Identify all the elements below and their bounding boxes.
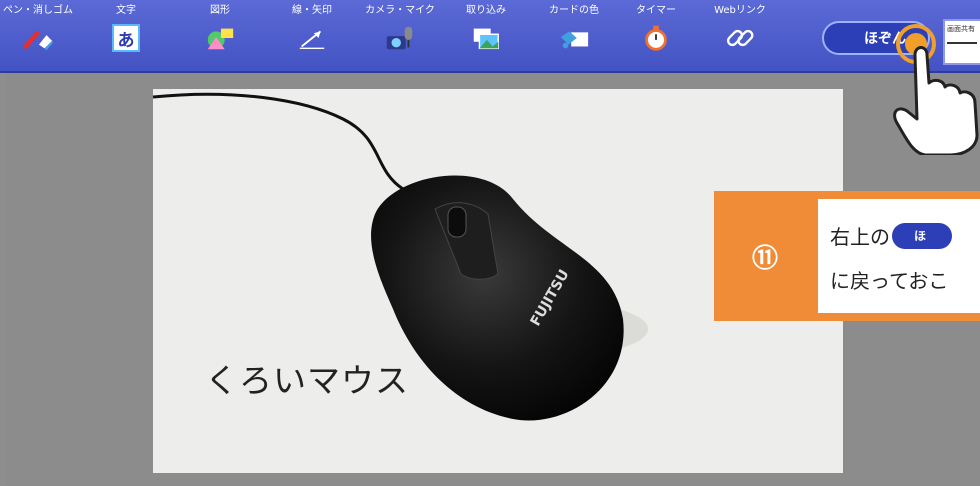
shapes-icon <box>204 23 236 53</box>
inline-save-pill: ほ <box>892 222 952 249</box>
tool-card-color[interactable]: カードの色 <box>534 0 614 71</box>
callout-line-2: に戻っておこ <box>830 269 949 293</box>
toolbar: ペン・消しゴム 文字 あ 図形 線・矢印 カメラ・マイク 取り込み カードの色 … <box>0 0 980 73</box>
camera-mic-icon <box>384 23 416 53</box>
tool-line-arrow[interactable]: 線・矢印 <box>272 0 352 71</box>
tool-web-link[interactable]: Webリンク <box>700 0 780 71</box>
step-number: ⑪ <box>751 243 778 274</box>
tool-label: ペン・消しゴム <box>3 5 73 16</box>
text-icon: あ <box>110 23 142 53</box>
tool-timer[interactable]: タイマー <box>616 0 696 71</box>
tool-label: カメラ・マイク <box>365 5 435 16</box>
text-glyph: あ <box>112 24 140 52</box>
tool-label: カードの色 <box>549 5 599 16</box>
web-link-icon <box>724 23 756 53</box>
tool-pen-eraser[interactable]: ペン・消しゴム <box>0 0 78 71</box>
import-icon <box>470 23 502 53</box>
share-button-label: 画面共有 <box>947 25 975 33</box>
tool-label: 取り込み <box>466 5 506 16</box>
tool-import[interactable]: 取り込み <box>446 0 526 71</box>
tool-text[interactable]: 文字 あ <box>86 0 166 71</box>
instruction-callout: ⑪ 右上の ほ に戻っておこ <box>714 191 980 321</box>
callout-line-1-text: 右上の <box>830 225 890 249</box>
card-color-icon <box>558 23 590 53</box>
pointing-hand-icon <box>893 46 979 155</box>
tool-label: Webリンク <box>714 5 766 16</box>
timer-icon <box>640 23 672 53</box>
tool-label: 線・矢印 <box>292 5 332 16</box>
tool-label: 図形 <box>210 5 230 16</box>
pen-eraser-icon <box>22 23 54 53</box>
line-arrow-icon <box>296 23 328 53</box>
callout-text-box: 右上の ほ に戻っておこ <box>818 199 980 313</box>
tool-label: タイマー <box>636 5 676 16</box>
tool-shapes[interactable]: 図形 <box>180 0 260 71</box>
card-caption: くろいマウス <box>205 361 409 400</box>
tool-label: 文字 <box>116 5 136 16</box>
callout-line-1: 右上の ほ <box>830 221 952 250</box>
tool-camera-mic[interactable]: カメラ・マイク <box>360 0 440 71</box>
